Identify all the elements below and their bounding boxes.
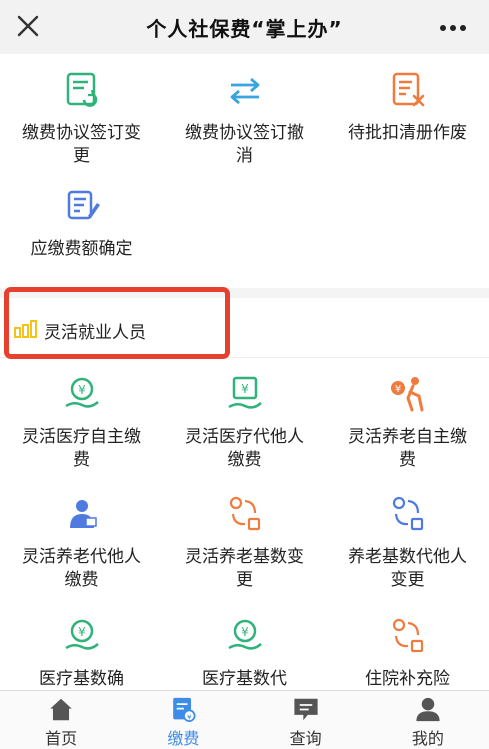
tab-label: 查询 <box>289 729 322 748</box>
service-label: 医疗基数代 <box>202 669 287 689</box>
svg-text:¥: ¥ <box>78 383 86 397</box>
tab-query[interactable]: 查询 <box>245 691 367 749</box>
service-label: 待批扣清册作废 <box>348 123 467 143</box>
page-title: 个人社保费“掌上办” <box>146 16 343 41</box>
person-id-icon <box>69 500 97 528</box>
service-item[interactable]: 缴费协议签订撤消 <box>163 70 326 186</box>
svg-text:¥: ¥ <box>241 382 249 396</box>
tab-mine[interactable]: 我的 <box>367 691 489 749</box>
service-grid-top: 缴费协议签订变更 缴费协议签订撤消 待批扣清册作废 应缴费额确定 <box>0 70 489 302</box>
yuan-hand-icon: ¥ <box>227 619 262 650</box>
service-label: 灵活医疗代他人缴费 <box>185 427 304 470</box>
yuan-hand-icon: ¥ <box>64 619 99 650</box>
tab-label: 缴费 <box>167 729 200 748</box>
tab-label: 我的 <box>411 729 444 748</box>
yuan-screen-hand-icon: ¥ <box>227 376 262 409</box>
service-item[interactable]: ¥ 灵活医疗自主缴费 <box>0 374 163 494</box>
service-label: 缴费协议签订撤消 <box>185 123 304 166</box>
tab-home[interactable]: 首页 <box>0 691 122 749</box>
service-item[interactable]: 应缴费额确定 <box>0 186 163 302</box>
swap-arrows-icon <box>230 77 259 105</box>
service-grid-flexible: ¥ 灵活医疗自主缴费 ¥ 灵活医疗代他人缴费 ¥ 灵活养老自主缴费 灵活养老代他… <box>0 374 489 696</box>
service-label: 缴费协议签订变更 <box>22 123 141 166</box>
service-item[interactable]: ¥ 灵活养老自主缴费 <box>326 374 489 494</box>
top-bar: 个人社保费“掌上办” <box>0 0 489 54</box>
elderly-yuan-icon: ¥ <box>390 377 423 412</box>
exchange-icon <box>392 496 423 531</box>
service-item[interactable]: 住院补充险 <box>326 616 489 696</box>
service-item[interactable]: ¥ 医疗基数确 <box>0 616 163 696</box>
service-item[interactable]: 缴费协议签订变更 <box>0 70 163 186</box>
svg-text:¥: ¥ <box>394 384 400 395</box>
message-icon <box>294 698 318 721</box>
service-label: 灵活养老代他人缴费 <box>22 547 141 590</box>
tab-payment[interactable]: ¥ 缴费 <box>122 691 244 749</box>
document-refresh-icon <box>66 72 97 107</box>
yuan-hand-icon: ¥ <box>64 377 99 408</box>
service-label: 应缴费额确定 <box>30 239 133 259</box>
document-cancel-icon <box>392 72 424 107</box>
service-item[interactable]: ¥ 灵活医疗代他人缴费 <box>163 374 326 494</box>
svg-text:¥: ¥ <box>78 625 86 639</box>
svg-text:¥: ¥ <box>241 625 249 639</box>
service-label: 灵活养老自主缴费 <box>348 427 467 470</box>
service-label: 住院补充险 <box>365 669 450 689</box>
close-icon[interactable] <box>14 12 42 40</box>
highlight-box <box>4 287 230 359</box>
document-edit-icon <box>67 190 100 220</box>
service-label: 医疗基数确 <box>39 669 124 689</box>
more-icon[interactable] <box>439 24 467 32</box>
user-icon <box>416 697 440 722</box>
bottom-tab-bar: 首页 ¥ 缴费 查询 我的 <box>0 690 489 749</box>
service-item[interactable]: 待批扣清册作废 <box>326 70 489 186</box>
service-item[interactable]: 灵活养老代他人缴费 <box>0 494 163 616</box>
home-icon <box>50 698 72 721</box>
exchange-icon <box>229 496 260 531</box>
service-item[interactable]: ¥ 医疗基数代 <box>163 616 326 696</box>
svg-text:¥: ¥ <box>187 712 192 721</box>
service-label: 养老基数代他人变更 <box>348 547 467 590</box>
service-label: 灵活养老基数变更 <box>185 547 304 590</box>
service-item[interactable]: 灵活养老基数变更 <box>163 494 326 616</box>
payment-icon: ¥ <box>173 697 196 722</box>
exchange-icon <box>392 618 423 653</box>
service-item[interactable]: 养老基数代他人变更 <box>326 494 489 616</box>
tab-label: 首页 <box>45 729 78 748</box>
service-label: 灵活医疗自主缴费 <box>22 427 141 470</box>
